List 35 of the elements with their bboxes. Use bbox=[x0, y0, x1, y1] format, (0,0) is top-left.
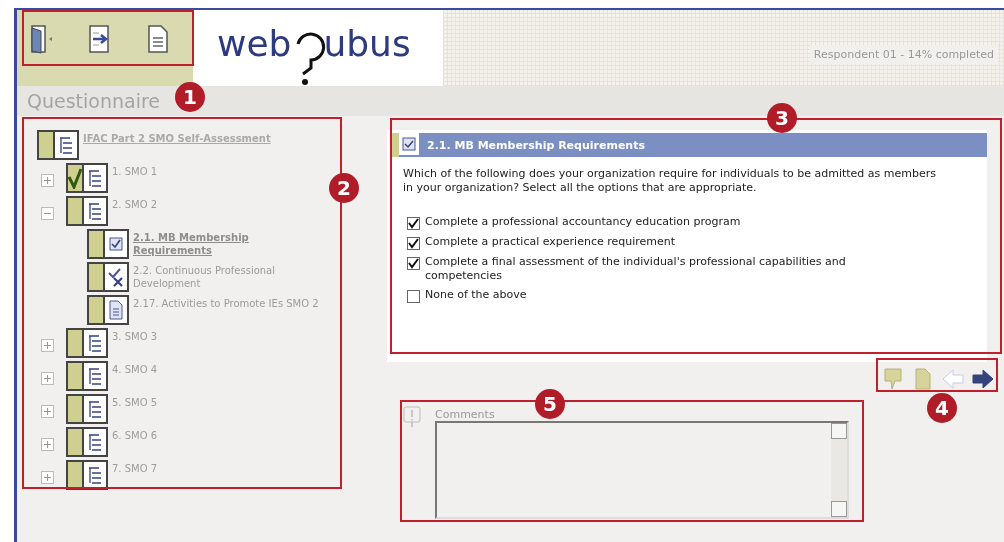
comments-label: Comments bbox=[435, 408, 496, 421]
tree-item-link[interactable]: 1. SMO 1 bbox=[110, 165, 158, 178]
progress-status: Respondent 01 - 14% completed bbox=[809, 45, 998, 64]
expand-toggle-icon[interactable] bbox=[41, 438, 54, 451]
tree-item-link[interactable]: IFAC Part 2 SMO Self-Assessment bbox=[81, 132, 271, 145]
tree-item-link[interactable]: 6. SMO 6 bbox=[110, 429, 158, 442]
expand-toggle-icon[interactable] bbox=[41, 339, 54, 352]
option-checkbox[interactable] bbox=[407, 257, 420, 270]
tree-item-link[interactable]: 5. SMO 5 bbox=[110, 396, 158, 409]
next-arrow-button[interactable] bbox=[970, 366, 996, 392]
expand-toggle-icon[interactable] bbox=[41, 207, 54, 220]
webqubus-logo: web ubus bbox=[217, 24, 411, 88]
option-label: Complete a practical experience requirement bbox=[425, 235, 676, 249]
expand-toggle-icon[interactable] bbox=[41, 372, 54, 385]
info-icon bbox=[403, 406, 421, 428]
question-title: 2.1. MB Membership Requirements bbox=[427, 138, 645, 152]
expand-toggle-icon[interactable] bbox=[41, 174, 54, 187]
scrollbar[interactable] bbox=[831, 423, 847, 517]
section-title: Questionnaire bbox=[27, 90, 161, 112]
comments-field[interactable] bbox=[435, 421, 849, 519]
option-label: Complete a final assessment of the individual's professional capabilities and competencies bbox=[425, 255, 847, 283]
question-text: Which of the following does your organization require for individuals to be admitted as members in your organization? Select all the options that are appropriate. bbox=[403, 167, 937, 195]
tree-item-link[interactable]: 4. SMO 4 bbox=[110, 363, 158, 376]
option-label: Complete a professional accountancy education program bbox=[425, 215, 741, 229]
checkbox-question-icon bbox=[390, 133, 419, 157]
tree-item-link[interactable]: 2.17. Activities to Promote IEs SMO 2 bbox=[131, 297, 319, 310]
tree-item-link[interactable]: 7. SMO 7 bbox=[110, 462, 158, 475]
tree-item-link[interactable]: 2. SMO 2 bbox=[110, 198, 158, 211]
option-checkbox[interactable] bbox=[407, 290, 420, 303]
expand-toggle-icon[interactable] bbox=[41, 471, 54, 484]
tree-item-link[interactable]: 3. SMO 3 bbox=[110, 330, 158, 343]
option-checkbox[interactable] bbox=[407, 217, 420, 230]
option-checkbox[interactable] bbox=[407, 237, 420, 250]
option-label: None of the above bbox=[425, 288, 527, 302]
expand-toggle-icon[interactable] bbox=[41, 405, 54, 418]
